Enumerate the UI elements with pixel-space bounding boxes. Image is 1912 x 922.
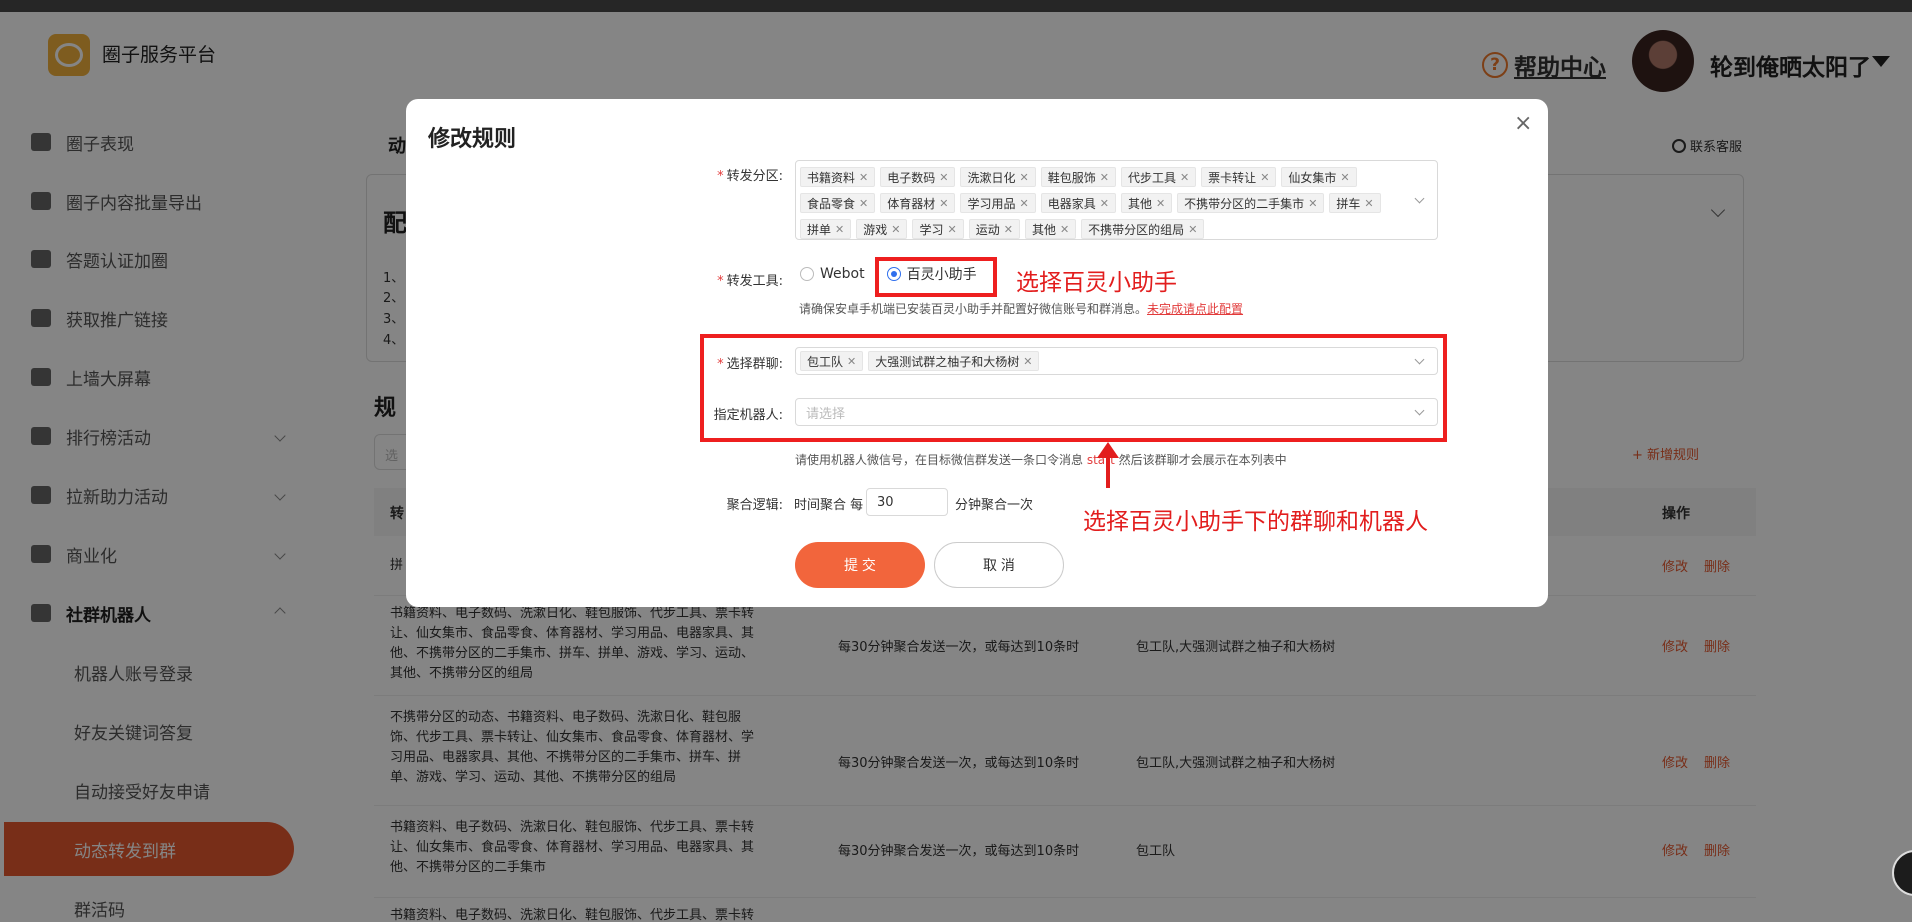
chevron-down-icon	[1414, 193, 1425, 204]
radio-label: Webot	[820, 266, 865, 282]
tag-close-icon[interactable]: ✕	[859, 197, 868, 210]
radio-webot[interactable]: Webot	[800, 266, 865, 282]
annotation-text-tool: 选择百灵小助手	[1016, 270, 1177, 296]
tag-close-icon[interactable]: ✕	[1180, 171, 1189, 184]
hint-text: 然后该群聊才会展示在本列表中	[1118, 453, 1287, 467]
zone-tag: 电器家具 ✕	[1040, 193, 1116, 213]
aggregate-label: 聚合逻辑:	[726, 498, 783, 513]
close-icon[interactable]: ×	[1514, 113, 1532, 135]
zone-tag: 代步工具 ✕	[1120, 167, 1197, 187]
zone-tag: 食品零食 ✕	[800, 193, 876, 213]
dialog-title: 修改规则	[428, 127, 517, 152]
required-mark: *	[717, 169, 724, 184]
forward-tool-label: * 转发工具:	[717, 270, 783, 289]
zone-tag: 电子数码 ✕	[880, 167, 956, 187]
tag-close-icon[interactable]: ✕	[1100, 171, 1109, 184]
forward-zones-select[interactable]: 书籍资料 ✕ 电子数码 ✕ 洗漱日化 ✕ 鞋包服饰 ✕ 代步工具 ✕ 票卡转让 ✕ 仙女集市…	[795, 160, 1438, 240]
tag-close-icon[interactable]: ✕	[835, 223, 844, 236]
zone-tag: 票卡转让 ✕	[1201, 167, 1277, 187]
zone-tag: 拼单 ✕	[800, 219, 852, 239]
cancel-button[interactable]: 取 消	[934, 542, 1064, 588]
zone-tag: 其他 ✕	[1024, 219, 1077, 239]
zone-tag: 鞋包服饰 ✕	[1040, 167, 1116, 187]
annotation-box-group	[700, 334, 1447, 442]
zone-tag: 体育器材 ✕	[880, 193, 956, 213]
tag-close-icon[interactable]: ✕	[1019, 171, 1028, 184]
annotation-box-tool	[875, 257, 997, 297]
tag-close-icon[interactable]: ✕	[1004, 223, 1013, 236]
zone-tag: 洗漱日化 ✕	[960, 167, 1036, 187]
zone-tag: 不携带分区的组局 ✕	[1081, 219, 1205, 239]
tag-close-icon[interactable]: ✕	[1364, 197, 1373, 210]
submit-button[interactable]: 提 交	[795, 542, 925, 588]
tag-close-icon[interactable]: ✕	[1260, 171, 1269, 184]
tag-close-icon[interactable]: ✕	[859, 171, 868, 184]
annotation-arrow-shaft	[1106, 456, 1110, 488]
tag-close-icon[interactable]: ✕	[1156, 197, 1165, 210]
tag-close-icon[interactable]: ✕	[1100, 197, 1109, 210]
tag-close-icon[interactable]: ✕	[1308, 197, 1317, 210]
tag-close-icon[interactable]: ✕	[1019, 197, 1028, 210]
zone-tag: 运动 ✕	[968, 219, 1020, 239]
zone-tag: 拼车 ✕	[1329, 193, 1381, 213]
hint-text: 请确保安卓手机端已安装百灵小助手并配置好微信账号和群消息。	[799, 302, 1148, 316]
forward-zones-label: * 转发分区:	[717, 165, 783, 184]
tag-close-icon[interactable]: ✕	[947, 223, 956, 236]
tag-close-icon[interactable]: ✕	[1188, 223, 1197, 236]
zone-tag: 学习 ✕	[912, 219, 964, 239]
tag-close-icon[interactable]: ✕	[891, 223, 900, 236]
tag-close-icon[interactable]: ✕	[1340, 171, 1349, 184]
annotation-text-group: 选择百灵小助手下的群聊和机器人	[1083, 509, 1428, 535]
group-hint: 请使用机器人微信号，在目标微信群发送一条口令消息 start 然后该群聊才会展示…	[795, 451, 1287, 468]
aggregate-minutes-input[interactable]: 30	[866, 488, 948, 516]
forward-zones-label-text: 转发分区:	[726, 169, 783, 184]
zone-tag: 仙女集市 ✕	[1281, 167, 1357, 187]
tag-close-icon[interactable]: ✕	[939, 171, 948, 184]
tag-close-icon[interactable]: ✕	[939, 197, 948, 210]
forward-tool-hint: 请确保安卓手机端已安装百灵小助手并配置好微信账号和群消息。未完成请点此配置	[799, 300, 1243, 317]
radio-circle-icon[interactable]	[800, 267, 814, 281]
forward-tool-label-text: 转发工具:	[726, 274, 783, 289]
zone-tag: 游戏 ✕	[856, 219, 908, 239]
required-mark: *	[717, 274, 724, 289]
configure-link[interactable]: 未完成请点此配置	[1147, 302, 1243, 316]
zone-tag: 其他 ✕	[1120, 193, 1173, 213]
zone-tag: 学习用品 ✕	[960, 193, 1036, 213]
hint-text: 请使用机器人微信号，在目标微信群发送一条口令消息	[795, 453, 1084, 467]
aggregate-prefix: 时间聚合 每	[794, 498, 864, 513]
zone-tag: 不携带分区的二手集市 ✕	[1177, 193, 1325, 213]
zone-tag: 书籍资料 ✕	[800, 167, 876, 187]
tag-close-icon[interactable]: ✕	[1060, 223, 1069, 236]
aggregate-suffix: 分钟聚合一次	[955, 498, 1034, 513]
